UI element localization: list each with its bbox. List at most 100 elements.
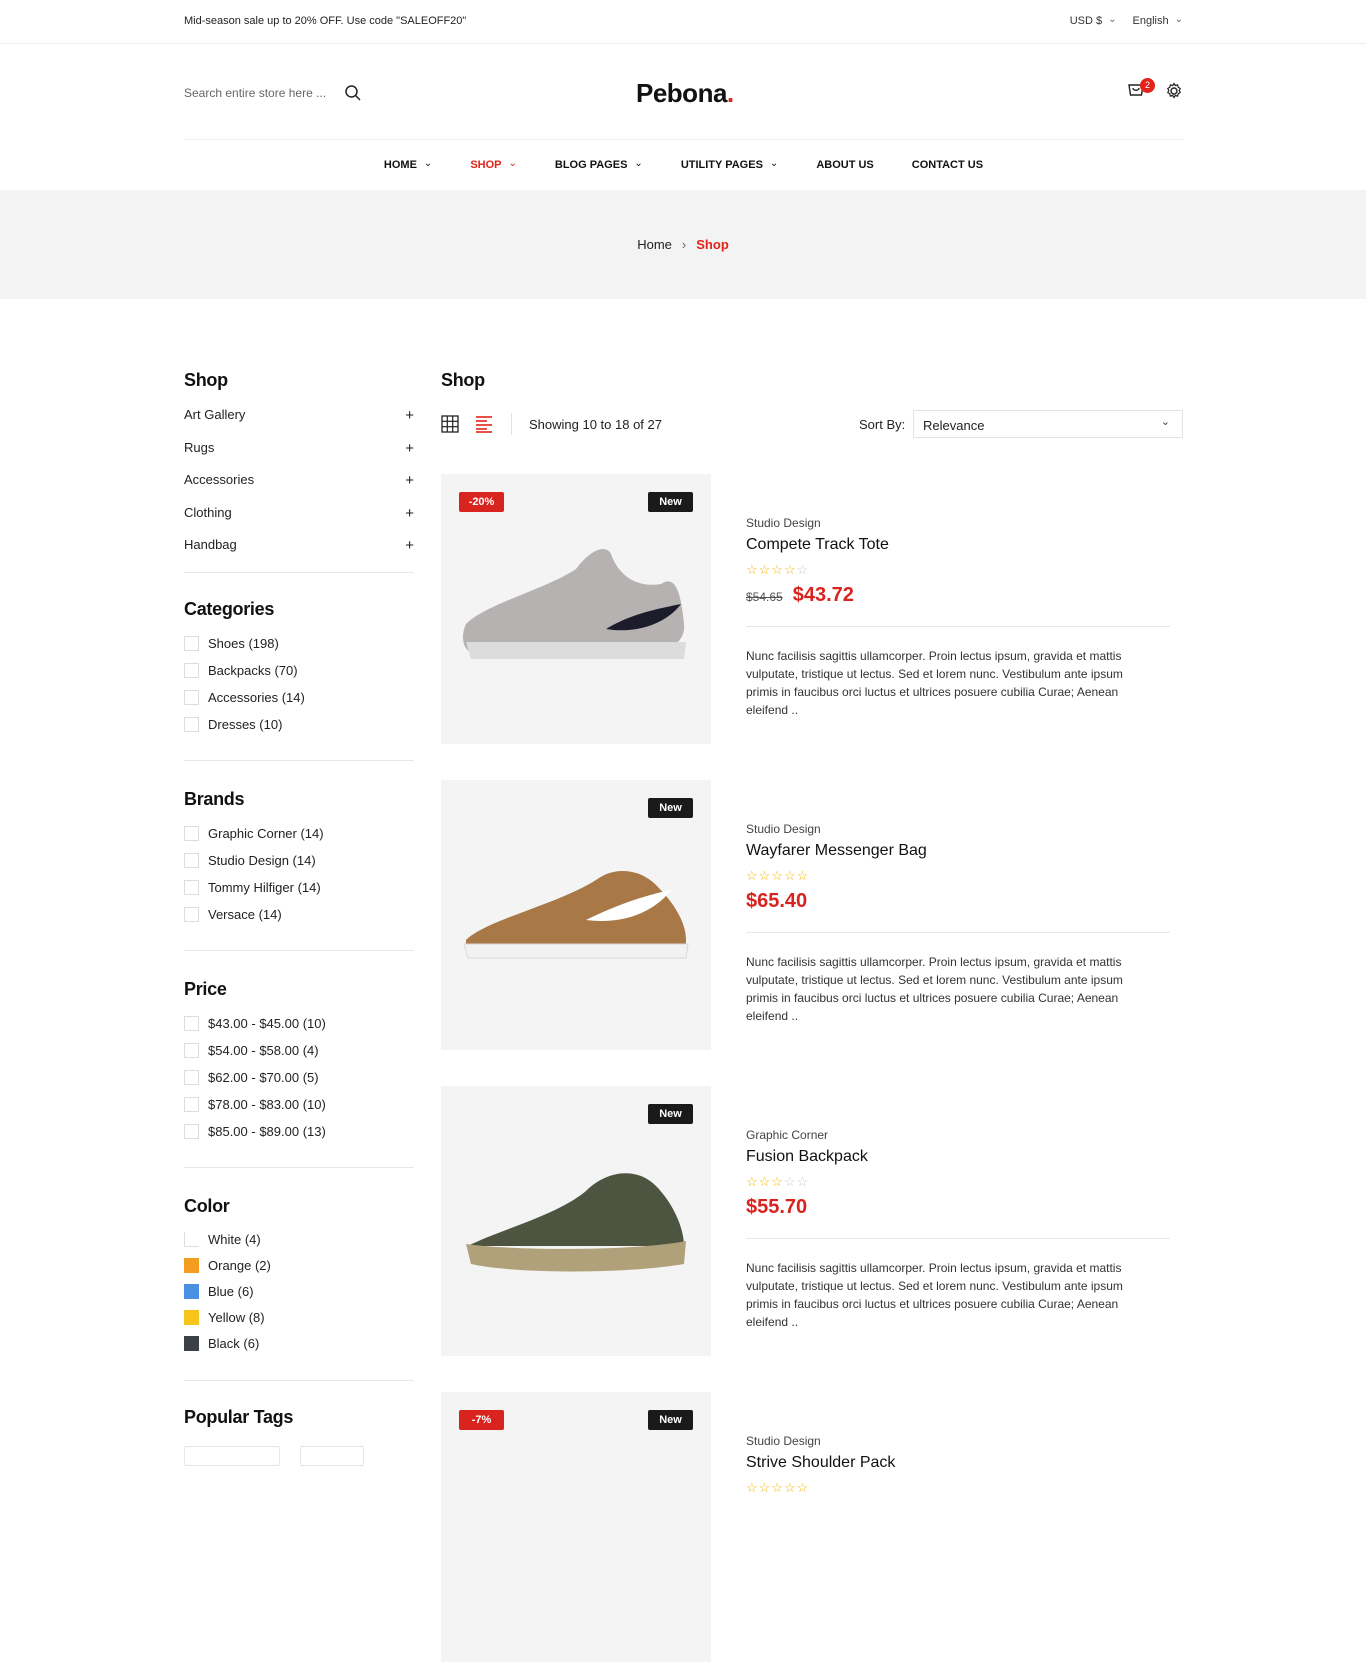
color-heading: Color bbox=[184, 1195, 230, 1216]
brands-list: Graphic Corner (14) Studio Design (14) T… bbox=[184, 820, 414, 928]
new-badge: New bbox=[648, 1410, 693, 1430]
currency-selector[interactable]: USD $ bbox=[1070, 15, 1117, 27]
sidebar: Shop Art Gallery + Rugs + Accessories + Clo… bbox=[184, 370, 414, 1466]
checkbox[interactable] bbox=[184, 1123, 199, 1139]
checkbox[interactable] bbox=[184, 1069, 199, 1085]
price-list: $43.00 - $45.00 (10) $54.00 - $58.00 (4)… bbox=[184, 1010, 414, 1145]
product-name[interactable]: Strive Shoulder Pack bbox=[746, 1454, 1170, 1472]
checkbox[interactable] bbox=[184, 662, 199, 678]
nav-about-us[interactable]: ABOUT US bbox=[816, 140, 873, 190]
search-input[interactable] bbox=[184, 86, 334, 100]
popular-tags-heading: Popular Tags bbox=[184, 1406, 294, 1427]
breadcrumb-home[interactable]: Home bbox=[637, 237, 672, 252]
category-filter[interactable]: Dresses (10) bbox=[184, 711, 414, 738]
nav-contact-us[interactable]: CONTACT US bbox=[912, 140, 983, 190]
shop-item[interactable]: Art Gallery + bbox=[184, 407, 414, 440]
categories-heading: Categories bbox=[184, 598, 275, 619]
checkbox[interactable] bbox=[184, 906, 199, 922]
checkbox[interactable] bbox=[184, 1096, 199, 1112]
product-price: $54.65 $43.72 bbox=[746, 584, 1170, 610]
tag-pill[interactable] bbox=[184, 1445, 280, 1466]
plus-icon[interactable]: + bbox=[405, 440, 414, 473]
color-swatch[interactable] bbox=[184, 1310, 199, 1325]
search-icon[interactable] bbox=[344, 84, 362, 102]
nav-home[interactable]: HOME ⌄ bbox=[384, 140, 432, 190]
checkbox[interactable] bbox=[184, 825, 199, 841]
list-view-icon[interactable] bbox=[475, 415, 493, 433]
product-image[interactable]: New bbox=[441, 1086, 711, 1356]
nav-utility-pages[interactable]: UTILITY PAGES ⌄ bbox=[681, 140, 779, 190]
plus-icon[interactable]: + bbox=[405, 472, 414, 505]
plus-icon[interactable]: + bbox=[405, 537, 414, 570]
category-filter[interactable]: Backpacks (70) bbox=[184, 657, 414, 684]
checkbox[interactable] bbox=[184, 1015, 199, 1031]
sort-label: Sort By: bbox=[859, 417, 906, 432]
cart-icon[interactable]: 2 bbox=[1127, 78, 1155, 102]
product-name[interactable]: Compete Track Tote bbox=[746, 536, 1170, 554]
sneaker-grey-image bbox=[463, 549, 686, 659]
breadcrumb-current: Shop bbox=[696, 237, 729, 252]
price-filter[interactable]: $78.00 - $83.00 (10) bbox=[184, 1091, 414, 1118]
color-filter[interactable]: Blue (6) bbox=[184, 1279, 414, 1305]
category-filter[interactable]: Accessories (14) bbox=[184, 684, 414, 711]
language-selector[interactable]: English bbox=[1133, 15, 1183, 27]
color-filter[interactable]: White (4) bbox=[184, 1227, 414, 1253]
shop-item[interactable]: Accessories + bbox=[184, 472, 414, 505]
brand-filter[interactable]: Tommy Hilfiger (14) bbox=[184, 874, 414, 901]
color-list: White (4) Orange (2) Blue (6) Yellow (8)… bbox=[184, 1227, 414, 1357]
shop-item[interactable]: Handbag + bbox=[184, 537, 414, 570]
plus-icon[interactable]: + bbox=[405, 407, 414, 440]
nav-blog-pages[interactable]: BLOG PAGES ⌄ bbox=[555, 140, 643, 190]
main-nav: HOME ⌄ SHOP ⌄ BLOG PAGES ⌄ UTILITY PAGES ⌄ A… bbox=[184, 139, 1183, 190]
divider bbox=[184, 1379, 414, 1381]
product-brand[interactable]: Studio Design bbox=[746, 1434, 1170, 1448]
product-brand[interactable]: Studio Design bbox=[746, 822, 1170, 836]
site-header: Pebona. 2 bbox=[0, 44, 1366, 140]
brand-filter[interactable]: Graphic Corner (14) bbox=[184, 820, 414, 847]
grid-view-icon[interactable] bbox=[441, 415, 459, 433]
color-filter[interactable]: Orange (2) bbox=[184, 1253, 414, 1279]
tag-pill[interactable] bbox=[300, 1445, 364, 1466]
checkbox[interactable] bbox=[184, 1042, 199, 1058]
checkbox[interactable] bbox=[184, 852, 199, 868]
category-filter[interactable]: Shoes (198) bbox=[184, 630, 414, 657]
color-filter[interactable]: Yellow (8) bbox=[184, 1305, 414, 1331]
price-filter[interactable]: $43.00 - $45.00 (10) bbox=[184, 1010, 414, 1037]
product-name[interactable]: Fusion Backpack bbox=[746, 1148, 1170, 1166]
product-brand[interactable]: Graphic Corner bbox=[746, 1128, 1170, 1142]
listing-toolbar: Showing 10 to 18 of 27 Sort By: Relevanc… bbox=[441, 410, 1183, 438]
color-swatch[interactable] bbox=[184, 1336, 199, 1351]
product-brand[interactable]: Studio Design bbox=[746, 516, 1170, 530]
price-filter[interactable]: $62.00 - $70.00 (5) bbox=[184, 1064, 414, 1091]
divider bbox=[184, 759, 414, 761]
product-image[interactable]: New bbox=[441, 780, 711, 1050]
checkbox[interactable] bbox=[184, 635, 199, 651]
product-info: Studio Design Wayfarer Messenger Bag ☆☆☆… bbox=[746, 822, 1170, 1025]
shop-item[interactable]: Rugs + bbox=[184, 440, 414, 473]
color-swatch[interactable] bbox=[184, 1284, 199, 1299]
color-filter[interactable]: Black (6) bbox=[184, 1331, 414, 1357]
product-image[interactable]: -20% New bbox=[441, 474, 711, 744]
shop-item[interactable]: Clothing + bbox=[184, 505, 414, 538]
color-swatch[interactable] bbox=[184, 1258, 199, 1273]
brand-filter[interactable]: Studio Design (14) bbox=[184, 847, 414, 874]
plus-icon[interactable]: + bbox=[405, 505, 414, 538]
product-info: Studio Design Strive Shoulder Pack ☆☆☆☆☆ bbox=[746, 1434, 1170, 1496]
brand-filter[interactable]: Versace (14) bbox=[184, 901, 414, 928]
nav-shop[interactable]: SHOP ⌄ bbox=[470, 140, 517, 190]
new-badge: New bbox=[648, 492, 693, 512]
color-swatch[interactable] bbox=[184, 1232, 199, 1247]
checkbox[interactable] bbox=[184, 879, 199, 895]
product-name[interactable]: Wayfarer Messenger Bag bbox=[746, 842, 1170, 860]
shop-category-list: Art Gallery + Rugs + Accessories + Clothing… bbox=[184, 407, 414, 570]
gear-icon[interactable] bbox=[1165, 82, 1183, 100]
sort-select[interactable]: Relevance bbox=[913, 410, 1183, 438]
checkbox[interactable] bbox=[184, 689, 199, 705]
checkbox[interactable] bbox=[184, 716, 199, 732]
price-filter[interactable]: $85.00 - $89.00 (13) bbox=[184, 1118, 414, 1145]
search-box bbox=[184, 84, 364, 102]
divider bbox=[184, 949, 414, 951]
site-logo[interactable]: Pebona. bbox=[636, 78, 734, 109]
price-filter[interactable]: $54.00 - $58.00 (4) bbox=[184, 1037, 414, 1064]
product-image[interactable]: -7% New bbox=[441, 1392, 711, 1662]
